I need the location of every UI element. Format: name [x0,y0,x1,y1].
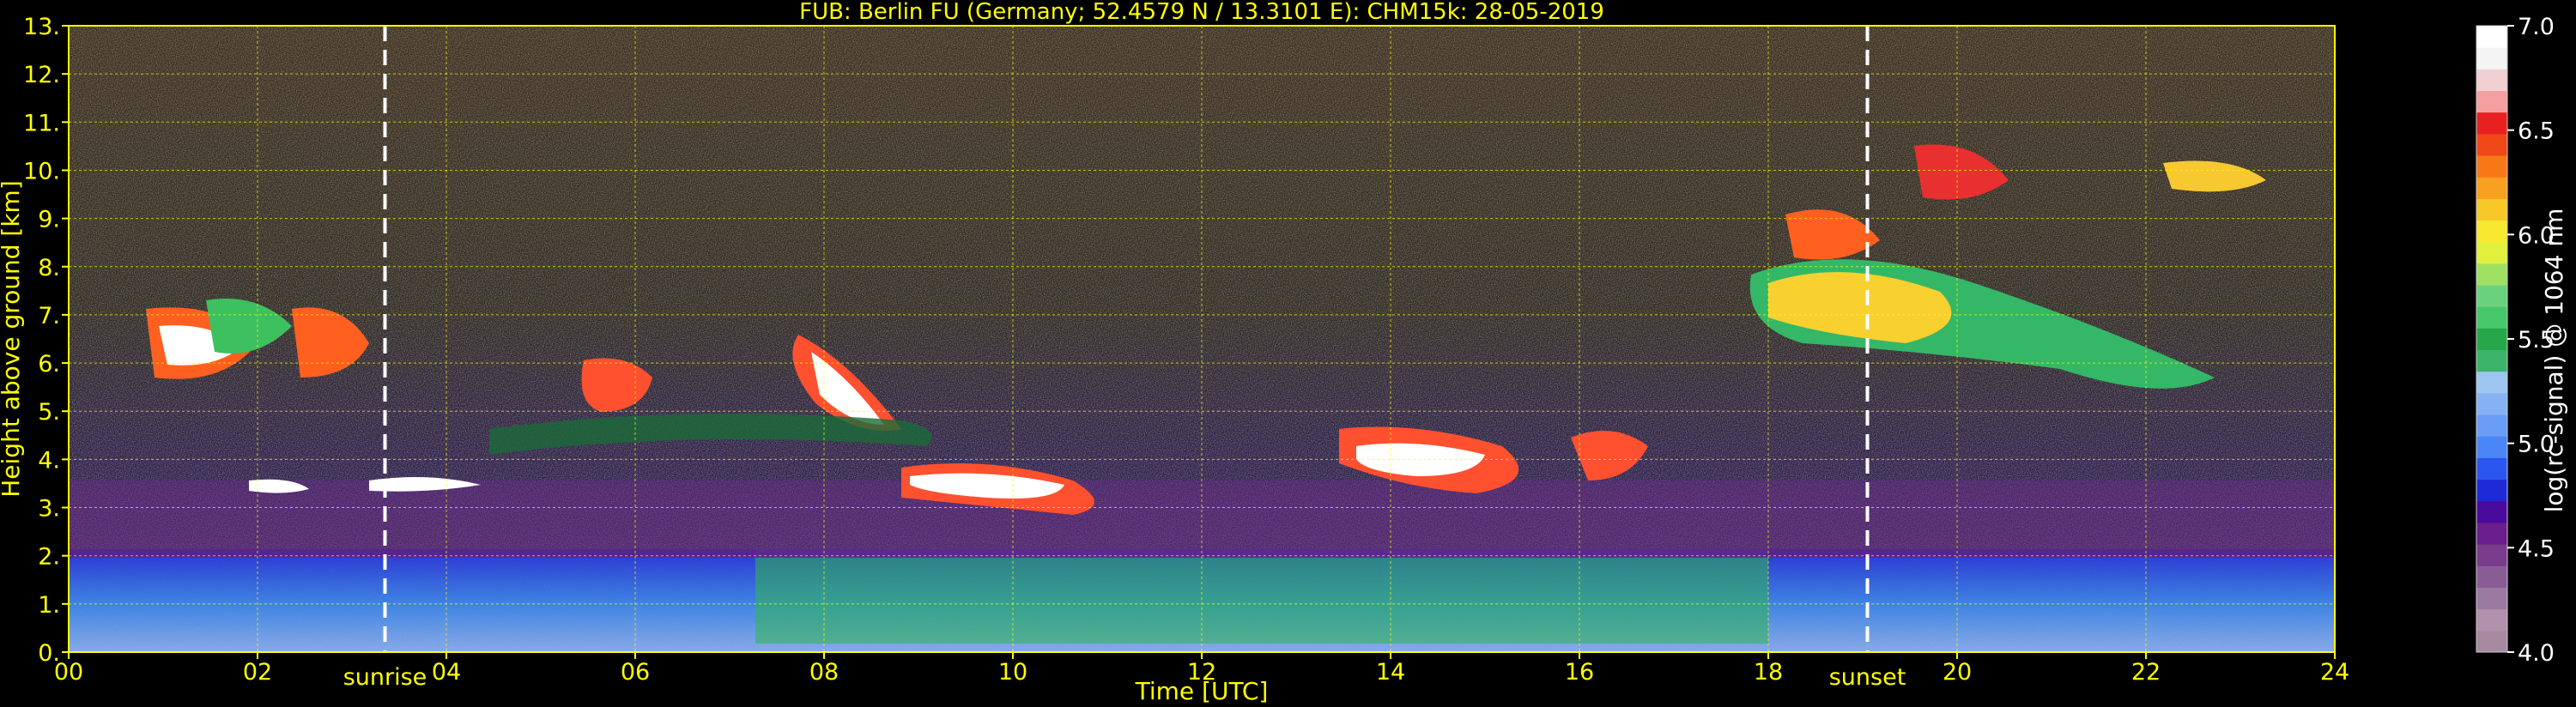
y-tick-label: 2. [38,544,60,571]
colorbar-swatch [2476,112,2507,135]
annotation-label-sunrise: sunrise [343,664,427,691]
x-tick-label: 22 [2131,659,2161,686]
y-tick-label: 13. [23,14,60,40]
x-tick-label: 20 [1943,659,1972,686]
annotation-label-sunset: sunset [1829,664,1906,691]
y-tick-label: 4. [38,447,60,474]
ceilometer-chart: 00 02 04 06 08 10 12 14 16 18 20 22 24 0.1.2.3.4.5.6… [0,0,2568,705]
y-tick-label: 3. [38,496,60,523]
colorbar-swatch [2476,133,2507,156]
colorbar-swatch [2476,306,2507,329]
x-axis-label: Time [UTC] [1135,677,1269,705]
colorbar-swatch [2476,47,2507,69]
colorbar-swatch [2476,457,2507,480]
annotation-labels: sunrise sunset [343,664,1906,691]
y-tick-label: 11. [23,110,60,136]
colorbar-swatch [2476,220,2507,243]
colorbar-tick-label: 4.5 [2518,535,2555,562]
colorbar-swatch [2476,285,2507,307]
colorbar-swatch [2476,198,2507,221]
colorbar-swatch [2476,263,2507,286]
x-tick-label: 24 [2320,659,2349,686]
y-tick-label: 6. [38,351,60,378]
y-axis-label: Height above ground [km] [0,180,25,498]
colorbar-swatch [2476,371,2507,394]
y-tick-label: 7. [38,303,60,329]
boundary-layer-green [755,549,1768,644]
colorbar-swatch [2476,392,2507,415]
colorbar-swatch [2476,328,2507,351]
y-tick-label: 1. [38,592,60,619]
colorbar-swatch [2476,608,2507,631]
colorbar-swatch [2476,479,2507,502]
colorbar-swatch [2476,90,2507,113]
x-tick-label: 02 [243,659,272,686]
colorbar-swatch [2476,155,2507,178]
y-tick-label: 8. [38,255,60,281]
colorbar-swatch [2476,26,2507,48]
colorbar-swatch [2476,436,2507,458]
colorbar-tick-label: 7.0 [2518,14,2555,40]
x-tick-label: 04 [432,659,461,686]
colorbar-swatch [2476,544,2507,566]
y-tick-label: 0. [38,640,60,667]
y-tick-label: 12. [23,62,60,88]
colorbar-swatch [2476,241,2507,264]
x-tick-label: 16 [1565,659,1594,686]
colorbar-tick-label: 6.5 [2518,118,2555,145]
x-tick-label: 10 [998,659,1027,686]
colorbar-swatch [2476,349,2507,372]
y-tick-label: 10. [23,158,60,184]
colorbar-swatch [2476,414,2507,437]
y-tick-label: 9. [38,207,60,233]
chart-title: FUB: Berlin FU (Germany; 52.4579 N / 13.… [799,0,1604,25]
x-tick-label: 08 [809,659,839,686]
colorbar-swatch [2476,587,2507,610]
colorbar-swatch [2476,565,2507,588]
y-ticks: 0. 1. 2. 3. 4. 5. 6. 7. 8. 9. 10. 11. 12. 13. [23,14,69,667]
colorbar-swatch [2476,500,2507,523]
y-tick-label: 5. [38,399,60,426]
colorbar-swatch [2476,177,2507,199]
x-tick-label: 18 [1754,659,1783,686]
colorbar-swatch [2476,522,2507,545]
colorbar-swatch [2476,69,2507,92]
colorbar-swatch [2476,630,2507,653]
x-tick-label: 14 [1376,659,1405,686]
colorbar-label: log(rc-signal) @ 1064 nm [2540,208,2568,513]
colorbar-tick-label: 4.0 [2518,640,2555,667]
x-tick-label: 06 [621,659,650,686]
